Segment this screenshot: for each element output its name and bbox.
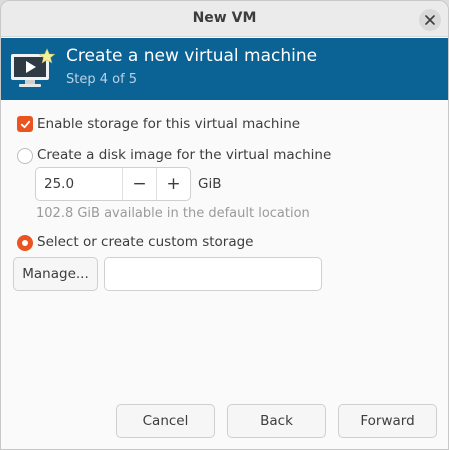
wizard-step: Step 4 of 5 — [66, 72, 138, 87]
window-title: New VM — [192, 10, 257, 26]
disk-size-value[interactable]: 25.0 — [44, 176, 74, 192]
cancel-button[interactable]: Cancel — [116, 404, 215, 438]
enable-storage-label[interactable]: Enable storage for this virtual machine — [37, 116, 300, 132]
disk-image-radio[interactable] — [17, 148, 33, 164]
close-icon — [425, 15, 435, 25]
custom-storage-radio[interactable] — [17, 235, 33, 251]
wizard-header: Create a new virtual machine Step 4 of 5 — [1, 38, 448, 100]
manage-button[interactable]: Manage... — [13, 257, 98, 291]
check-icon — [20, 120, 30, 128]
virtual-machine-icon — [11, 48, 56, 87]
close-button[interactable] — [419, 9, 441, 31]
wizard-title: Create a new virtual machine — [66, 46, 318, 66]
new-vm-dialog: New VM Create a new virtual machine Step… — [0, 0, 449, 450]
back-button[interactable]: Back — [227, 404, 326, 438]
title-bar: New VM — [1, 1, 448, 37]
available-space-hint: 102.8 GiB available in the default locat… — [36, 206, 310, 221]
increase-button[interactable]: + — [156, 168, 190, 200]
custom-storage-path-input[interactable] — [104, 257, 322, 291]
enable-storage-checkbox[interactable] — [17, 116, 33, 132]
custom-storage-label[interactable]: Select or create custom storage — [37, 234, 253, 250]
disk-size-unit: GiB — [198, 176, 222, 192]
forward-button[interactable]: Forward — [338, 404, 437, 438]
disk-image-label[interactable]: Create a disk image for the virtual mach… — [37, 147, 331, 163]
decrease-button[interactable]: − — [122, 168, 156, 200]
disk-size-spinbutton[interactable]: 25.0 − + — [35, 167, 191, 201]
